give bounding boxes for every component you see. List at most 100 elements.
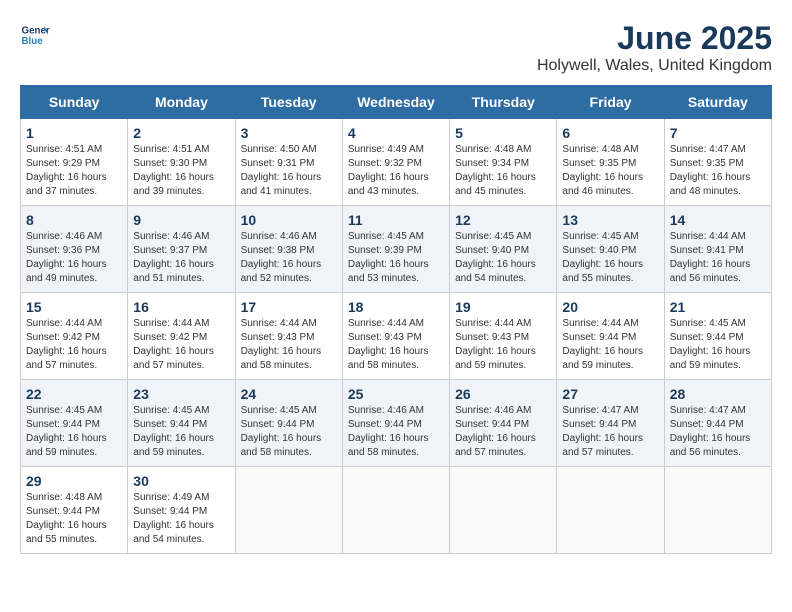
day-info: Sunrise: 4:49 AMSunset: 9:44 PMDaylight:… — [133, 491, 229, 547]
day-number: 14 — [670, 212, 766, 228]
calendar-subtitle: Holywell, Wales, United Kingdom — [537, 57, 772, 75]
day-number: 30 — [133, 473, 229, 489]
day-cell: 25Sunrise: 4:46 AMSunset: 9:44 PMDayligh… — [342, 380, 449, 467]
day-info: Sunrise: 4:44 AMSunset: 9:44 PMDaylight:… — [562, 317, 658, 373]
day-info: Sunrise: 4:45 AMSunset: 9:44 PMDaylight:… — [670, 317, 766, 373]
day-number: 29 — [26, 473, 122, 489]
calendar-table: Sunday Monday Tuesday Wednesday Thursday… — [20, 85, 772, 554]
day-number: 18 — [348, 299, 444, 315]
days-header-row: Sunday Monday Tuesday Wednesday Thursday… — [21, 86, 772, 119]
day-number: 24 — [241, 386, 337, 402]
day-cell: 5 Sunrise: 4:48 AMSunset: 9:34 PMDaylight… — [450, 119, 557, 206]
day-info: Sunrise: 4:46 AMSunset: 9:44 PMDaylight:… — [348, 404, 444, 460]
day-cell: 14Sunrise: 4:44 AMSunset: 9:41 PMDayligh… — [664, 206, 771, 293]
day-cell: 24 Sunrise: 4:45 AMSunset: 9:44 PMDayligh… — [235, 380, 342, 467]
day-cell: 10 Sunrise: 4:46 AMSunset: 9:38 PMDayligh… — [235, 206, 342, 293]
day-info: Sunrise: 4:45 AMSunset: 9:44 PMDaylight:… — [241, 404, 337, 460]
day-number: 4 — [348, 125, 444, 141]
day-number: 8 — [26, 212, 122, 228]
day-cell: 23 Sunrise: 4:45 AMSunset: 9:44 PMDayligh… — [128, 380, 235, 467]
day-number: 7 — [670, 125, 766, 141]
header-tuesday: Tuesday — [235, 86, 342, 119]
week-row-5: 29 Sunrise: 4:48 AMSunset: 9:44 PMDayligh… — [21, 467, 772, 554]
day-number: 23 — [133, 386, 229, 402]
header-wednesday: Wednesday — [342, 86, 449, 119]
logo: General Blue — [20, 20, 50, 50]
day-cell: 20 Sunrise: 4:44 AMSunset: 9:44 PMDayligh… — [557, 293, 664, 380]
day-number: 19 — [455, 299, 551, 315]
day-info: Sunrise: 4:47 AMSunset: 9:44 PMDaylight:… — [670, 404, 766, 460]
day-info: Sunrise: 4:49 AMSunset: 9:32 PMDaylight:… — [348, 143, 444, 199]
day-cell: 11Sunrise: 4:45 AMSunset: 9:39 PMDayligh… — [342, 206, 449, 293]
header-thursday: Thursday — [450, 86, 557, 119]
day-info: Sunrise: 4:44 AMSunset: 9:42 PMDaylight:… — [26, 317, 122, 373]
day-cell — [235, 467, 342, 554]
day-cell — [557, 467, 664, 554]
day-cell: 6Sunrise: 4:48 AMSunset: 9:35 PMDaylight… — [557, 119, 664, 206]
day-number: 17 — [241, 299, 337, 315]
day-number: 12 — [455, 212, 551, 228]
day-info: Sunrise: 4:46 AMSunset: 9:38 PMDaylight:… — [241, 230, 337, 286]
day-number: 5 — [455, 125, 551, 141]
day-cell: 9 Sunrise: 4:46 AMSunset: 9:37 PMDaylight… — [128, 206, 235, 293]
day-cell: 16 Sunrise: 4:44 AMSunset: 9:42 PMDayligh… — [128, 293, 235, 380]
week-row-4: 22 Sunrise: 4:45 AMSunset: 9:44 PMDayligh… — [21, 380, 772, 467]
day-number: 10 — [241, 212, 337, 228]
day-number: 22 — [26, 386, 122, 402]
day-number: 9 — [133, 212, 229, 228]
day-number: 3 — [241, 125, 337, 141]
day-info: Sunrise: 4:47 AMSunset: 9:35 PMDaylight:… — [670, 143, 766, 199]
day-cell: 7 Sunrise: 4:47 AMSunset: 9:35 PMDaylight… — [664, 119, 771, 206]
day-number: 13 — [562, 212, 658, 228]
week-row-3: 15 Sunrise: 4:44 AMSunset: 9:42 PMDayligh… — [21, 293, 772, 380]
day-info: Sunrise: 4:45 AMSunset: 9:44 PMDaylight:… — [133, 404, 229, 460]
day-number: 20 — [562, 299, 658, 315]
day-cell: 26 Sunrise: 4:46 AMSunset: 9:44 PMDayligh… — [450, 380, 557, 467]
header-friday: Friday — [557, 86, 664, 119]
day-info: Sunrise: 4:51 AMSunset: 9:29 PMDaylight:… — [26, 143, 122, 199]
title-section: June 2025 Holywell, Wales, United Kingdo… — [537, 20, 772, 75]
day-number: 15 — [26, 299, 122, 315]
day-info: Sunrise: 4:44 AMSunset: 9:42 PMDaylight:… — [133, 317, 229, 373]
day-cell: 8Sunrise: 4:46 AMSunset: 9:36 PMDaylight… — [21, 206, 128, 293]
day-number: 11 — [348, 212, 444, 228]
day-info: Sunrise: 4:48 AMSunset: 9:44 PMDaylight:… — [26, 491, 122, 547]
day-info: Sunrise: 4:46 AMSunset: 9:37 PMDaylight:… — [133, 230, 229, 286]
day-cell: 3 Sunrise: 4:50 AMSunset: 9:31 PMDaylight… — [235, 119, 342, 206]
day-cell: 22 Sunrise: 4:45 AMSunset: 9:44 PMDayligh… — [21, 380, 128, 467]
day-info: Sunrise: 4:46 AMSunset: 9:44 PMDaylight:… — [455, 404, 551, 460]
day-cell: 29 Sunrise: 4:48 AMSunset: 9:44 PMDayligh… — [21, 467, 128, 554]
day-info: Sunrise: 4:48 AMSunset: 9:34 PMDaylight:… — [455, 143, 551, 199]
day-info: Sunrise: 4:44 AMSunset: 9:43 PMDaylight:… — [348, 317, 444, 373]
calendar-title: June 2025 — [537, 20, 772, 57]
day-info: Sunrise: 4:50 AMSunset: 9:31 PMDaylight:… — [241, 143, 337, 199]
day-number: 28 — [670, 386, 766, 402]
week-row-2: 8Sunrise: 4:46 AMSunset: 9:36 PMDaylight… — [21, 206, 772, 293]
day-number: 6 — [562, 125, 658, 141]
day-cell: 4 Sunrise: 4:49 AMSunset: 9:32 PMDaylight… — [342, 119, 449, 206]
day-cell: 17Sunrise: 4:44 AMSunset: 9:43 PMDayligh… — [235, 293, 342, 380]
day-info: Sunrise: 4:45 AMSunset: 9:40 PMDaylight:… — [562, 230, 658, 286]
day-cell: 27Sunrise: 4:47 AMSunset: 9:44 PMDayligh… — [557, 380, 664, 467]
day-number: 1 — [26, 125, 122, 141]
header-saturday: Saturday — [664, 86, 771, 119]
day-cell — [664, 467, 771, 554]
svg-text:Blue: Blue — [22, 36, 44, 47]
day-cell — [342, 467, 449, 554]
day-number: 26 — [455, 386, 551, 402]
page-header: General Blue June 2025 Holywell, Wales, … — [20, 20, 772, 75]
logo-icon: General Blue — [20, 20, 50, 50]
header-sunday: Sunday — [21, 86, 128, 119]
day-cell: 13 Sunrise: 4:45 AMSunset: 9:40 PMDayligh… — [557, 206, 664, 293]
week-row-1: 1 Sunrise: 4:51 AMSunset: 9:29 PMDaylight… — [21, 119, 772, 206]
day-number: 16 — [133, 299, 229, 315]
day-info: Sunrise: 4:45 AMSunset: 9:40 PMDaylight:… — [455, 230, 551, 286]
day-cell: 12 Sunrise: 4:45 AMSunset: 9:40 PMDayligh… — [450, 206, 557, 293]
day-info: Sunrise: 4:45 AMSunset: 9:44 PMDaylight:… — [26, 404, 122, 460]
day-number: 21 — [670, 299, 766, 315]
day-cell: 19Sunrise: 4:44 AMSunset: 9:43 PMDayligh… — [450, 293, 557, 380]
day-cell: 18 Sunrise: 4:44 AMSunset: 9:43 PMDayligh… — [342, 293, 449, 380]
day-number: 2 — [133, 125, 229, 141]
day-cell: 15 Sunrise: 4:44 AMSunset: 9:42 PMDayligh… — [21, 293, 128, 380]
day-cell: 30 Sunrise: 4:49 AMSunset: 9:44 PMDayligh… — [128, 467, 235, 554]
